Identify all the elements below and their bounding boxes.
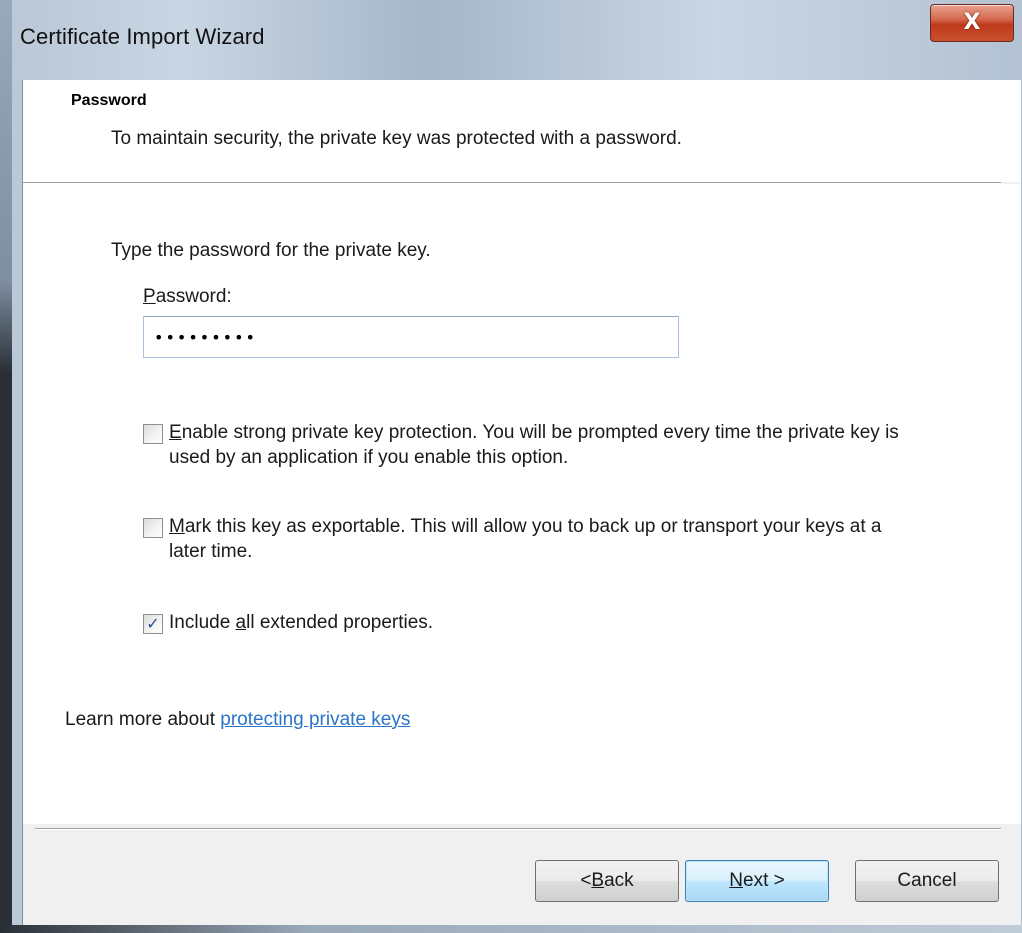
next-button-label: ext >: [743, 870, 785, 891]
password-prompt: Type the password for the private key.: [111, 240, 431, 261]
extended-properties-option[interactable]: ✓ Include all extended properties.: [143, 610, 909, 635]
exportable-accelerator: M: [169, 516, 185, 537]
learn-more-prefix: Learn more about: [65, 709, 221, 730]
password-label-text: assword:: [155, 286, 232, 307]
page-title: Password: [71, 92, 147, 109]
extended-properties-accelerator: a: [235, 612, 247, 633]
exportable-text: ark this key as exportable. This will al…: [169, 516, 882, 562]
back-button-pre: <: [580, 870, 592, 891]
cancel-button-label: Cancel: [897, 870, 957, 891]
extended-properties-label[interactable]: Include all extended properties.: [169, 610, 909, 635]
extended-properties-text: ll extended properties.: [246, 612, 434, 633]
title-bar[interactable]: Certificate Import Wizard X: [0, 0, 1022, 80]
extended-properties-checkbox[interactable]: ✓: [143, 614, 163, 634]
exportable-label[interactable]: Mark this key as exportable. This will a…: [169, 514, 909, 564]
extended-properties-text-pre: Include: [169, 612, 236, 633]
checkmark-icon: ✓: [146, 614, 160, 633]
password-label: Password:: [143, 286, 232, 308]
close-icon: X: [963, 10, 981, 35]
protecting-private-keys-link[interactable]: protecting private keys: [220, 709, 410, 730]
page-description: To maintain security, the private key wa…: [111, 128, 682, 149]
close-button[interactable]: X: [930, 4, 1014, 42]
password-input[interactable]: [143, 316, 679, 358]
certificate-import-wizard-window: Certificate Import Wizard X Password To …: [0, 0, 1022, 933]
strong-protection-label[interactable]: Enable strong private key protection. Yo…: [169, 420, 909, 470]
window-title: Certificate Import Wizard: [20, 24, 265, 49]
strong-protection-text: nable strong private key protection. You…: [169, 422, 899, 468]
back-button-accelerator: B: [591, 870, 605, 891]
window-left-edge: [0, 0, 12, 933]
back-button-label: ack: [604, 870, 634, 891]
next-button-accelerator: N: [729, 870, 743, 891]
strong-protection-accelerator: E: [169, 422, 182, 443]
wizard-client-area: Password To maintain security, the priva…: [22, 80, 1021, 925]
footer-divider: [35, 828, 1001, 830]
next-button[interactable]: Next >: [685, 860, 829, 902]
strong-protection-option[interactable]: Enable strong private key protection. Yo…: [143, 420, 909, 470]
back-button[interactable]: < Back: [535, 860, 679, 902]
cancel-button[interactable]: Cancel: [855, 860, 999, 902]
exportable-option[interactable]: Mark this key as exportable. This will a…: [143, 514, 909, 564]
exportable-checkbox[interactable]: [143, 518, 163, 538]
strong-protection-checkbox[interactable]: [143, 424, 163, 444]
window-bottom-edge: [0, 925, 1022, 933]
learn-more: Learn more about protecting private keys: [65, 709, 410, 731]
password-label-accelerator: P: [143, 286, 156, 307]
wizard-header: Password To maintain security, the priva…: [23, 80, 1021, 182]
